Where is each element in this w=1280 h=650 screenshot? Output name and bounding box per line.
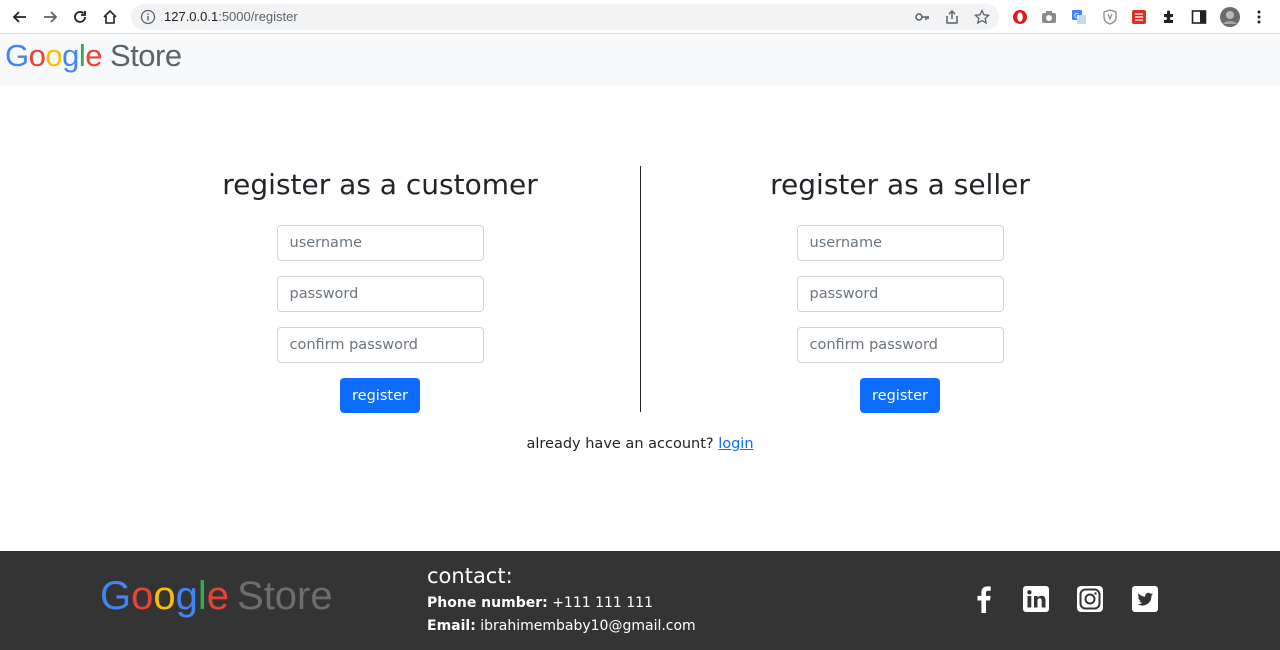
shield-extension-icon[interactable] xyxy=(1101,8,1119,26)
svg-text:G: G xyxy=(1074,12,1079,20)
forward-arrow-icon[interactable] xyxy=(38,5,62,29)
email-row: Email: ibrahimembaby10@gmail.com xyxy=(427,617,696,636)
key-icon[interactable] xyxy=(914,9,930,25)
address-bar[interactable]: 127.0.0.1:5000/register xyxy=(131,4,999,30)
login-prompt: already have an account? login xyxy=(0,436,1280,452)
linkedin-icon[interactable] xyxy=(1022,585,1050,613)
login-prompt-text: already have an account? xyxy=(526,436,714,452)
profile-avatar-icon[interactable] xyxy=(1219,6,1241,28)
url-text: 127.0.0.1:5000/register xyxy=(164,9,298,24)
back-arrow-icon[interactable] xyxy=(8,5,32,29)
facebook-icon[interactable] xyxy=(970,585,998,613)
seller-username-input[interactable] xyxy=(796,225,1004,261)
red-extension-icon[interactable] xyxy=(1130,8,1148,26)
customer-confirm-password-input[interactable] xyxy=(276,327,484,363)
reload-icon[interactable] xyxy=(68,5,92,29)
customer-password-input[interactable] xyxy=(276,276,484,312)
seller-form-title: register as a seller xyxy=(770,168,1030,201)
seller-confirm-password-input[interactable] xyxy=(796,327,1004,363)
login-link[interactable]: login xyxy=(718,436,753,452)
footer-contact: contact: Phone number: +111 111 111 Emai… xyxy=(427,562,696,636)
customer-form-title: register as a customer xyxy=(222,168,538,201)
seller-password-input[interactable] xyxy=(796,276,1004,312)
home-icon[interactable] xyxy=(98,5,122,29)
phone-value: +111 111 111 xyxy=(552,595,653,611)
phone-row: Phone number: +111 111 111 xyxy=(427,594,696,613)
header-logo[interactable]: Google Store xyxy=(5,38,182,74)
translate-extension-icon[interactable]: G xyxy=(1070,8,1088,26)
customer-username-input[interactable] xyxy=(276,225,484,261)
share-icon[interactable] xyxy=(944,9,960,25)
site-header xyxy=(0,34,1280,86)
twitter-icon[interactable] xyxy=(1131,585,1159,613)
browser-menu-icon[interactable] xyxy=(1250,8,1268,26)
camera-extension-icon[interactable] xyxy=(1040,8,1058,26)
email-label: Email: xyxy=(427,618,476,634)
bookmark-star-icon[interactable] xyxy=(974,9,990,25)
contact-title: contact: xyxy=(427,564,513,588)
phone-label: Phone number: xyxy=(427,595,548,611)
instagram-icon[interactable] xyxy=(1076,585,1104,613)
side-panel-icon[interactable] xyxy=(1190,8,1208,26)
opera-extension-icon[interactable] xyxy=(1011,8,1029,26)
browser-toolbar: 127.0.0.1:5000/register G xyxy=(0,0,1280,34)
footer-logo[interactable]: Google Store xyxy=(100,574,333,619)
customer-register-button[interactable]: register xyxy=(340,378,420,413)
seller-register-form: register as a seller register xyxy=(640,160,1160,413)
email-value: ibrahimembaby10@gmail.com xyxy=(480,618,696,634)
puzzle-extensions-icon[interactable] xyxy=(1160,8,1178,26)
seller-register-button[interactable]: register xyxy=(860,378,940,413)
customer-register-form: register as a customer register xyxy=(120,160,640,413)
site-info-icon[interactable] xyxy=(140,9,156,25)
